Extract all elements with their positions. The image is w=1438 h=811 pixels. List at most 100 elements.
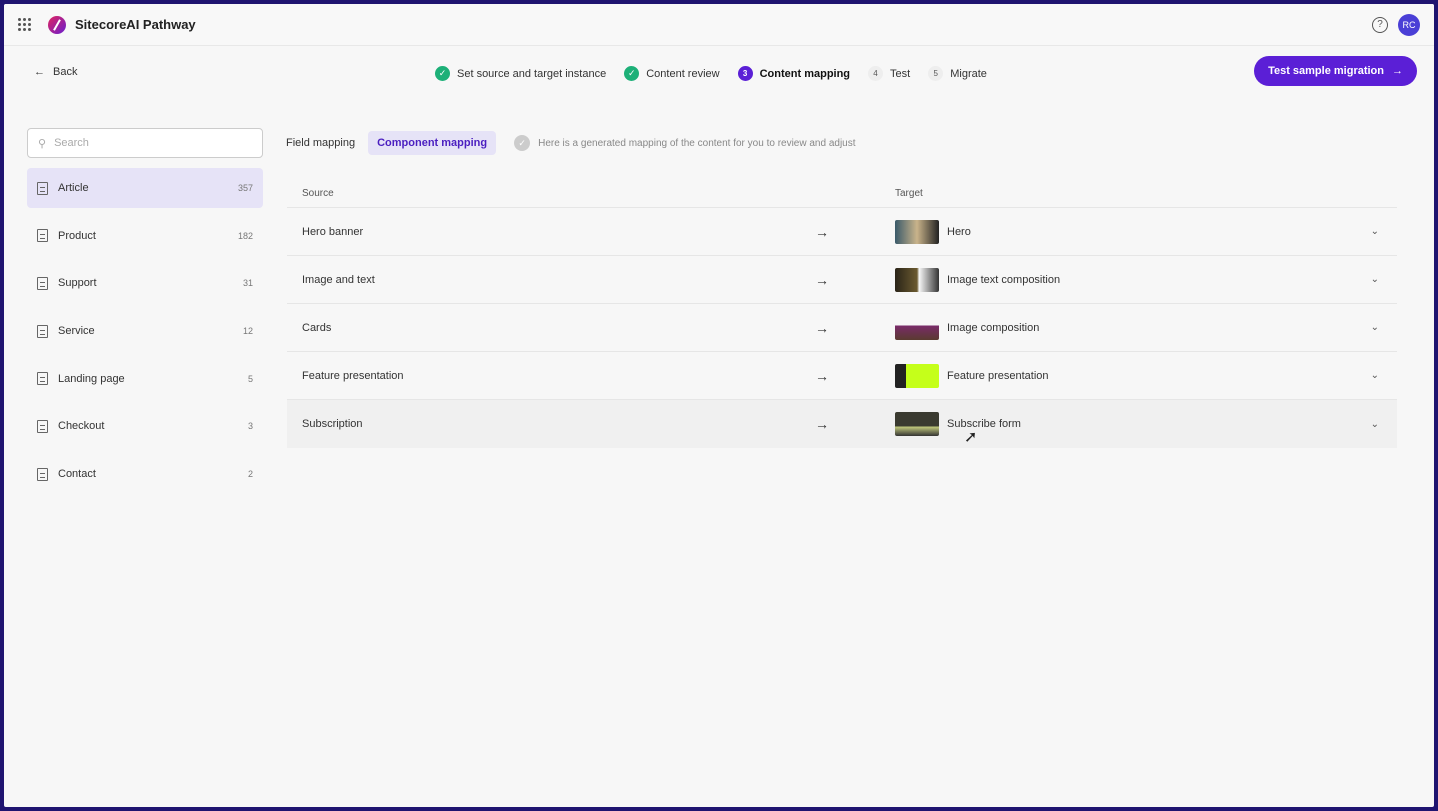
arrow-right-icon: → xyxy=(815,271,829,288)
document-icon xyxy=(37,419,48,433)
target-select[interactable]: Image composition xyxy=(895,315,1397,340)
search-input[interactable]: ⚲ Search xyxy=(27,128,263,158)
sidebar-item-contact[interactable]: Contact 2 xyxy=(27,454,263,494)
sidebar-item-service[interactable]: Service 12 xyxy=(27,311,263,351)
item-label: Service xyxy=(58,325,95,338)
tab-component-mapping[interactable]: Component mapping xyxy=(368,131,497,155)
item-label: Checkout xyxy=(58,420,105,433)
sidebar-item-article[interactable]: Article 357 xyxy=(27,168,263,208)
document-icon xyxy=(37,181,48,195)
component-thumbnail xyxy=(895,363,939,388)
step-1[interactable]: ✓ Set source and target instance xyxy=(435,66,606,81)
item-label: Landing page xyxy=(58,372,125,385)
arrow-right-icon: → xyxy=(1392,65,1403,77)
step-2[interactable]: ✓ Content review xyxy=(624,66,720,81)
source-header: Source xyxy=(302,188,334,199)
search-placeholder: Search xyxy=(54,137,89,149)
source-cell: Cards xyxy=(302,321,332,334)
sidebar-item-support[interactable]: Support 31 xyxy=(27,263,263,303)
table-row: Cards → Image composition ⌄ xyxy=(287,304,1397,352)
step-3[interactable]: 3 Content mapping xyxy=(737,66,851,81)
source-cell: Image and text xyxy=(302,273,375,286)
step-5[interactable]: 5 Migrate xyxy=(928,66,987,81)
item-count: 2 xyxy=(247,469,253,480)
tab-field-mapping[interactable]: Field mapping xyxy=(277,131,364,155)
sidebar-item-product[interactable]: Product 182 xyxy=(27,216,263,256)
wizard-nav: ← Back ✓ Set source and target instance ✓ Co… xyxy=(4,46,1434,102)
mapping-tabs: Field mapping Component mapping ✓ Here is… xyxy=(277,131,856,155)
document-icon xyxy=(37,372,48,386)
component-thumbnail xyxy=(895,219,939,244)
target-header: Target xyxy=(895,188,923,199)
table-row: Image and text → Image text composition ⌄ xyxy=(287,256,1397,304)
step-label: Test xyxy=(890,67,911,80)
check-icon: ✓ xyxy=(514,135,531,151)
sidebar-item-landing-page[interactable]: Landing page 5 xyxy=(27,359,263,399)
back-label: Back xyxy=(53,66,78,78)
arrow-right-icon: → xyxy=(815,416,829,432)
step-4[interactable]: 4 Test xyxy=(868,66,910,81)
arrow-left-icon: ← xyxy=(34,66,45,78)
target-label: Subscribe form xyxy=(947,418,1021,430)
step-number: 4 xyxy=(868,66,884,81)
avatar[interactable]: RC xyxy=(1398,13,1420,36)
target-label: Image text composition xyxy=(947,273,1061,286)
target-label: Feature presentation xyxy=(947,369,1049,382)
source-cell: Hero banner xyxy=(302,225,364,238)
component-thumbnail xyxy=(895,267,939,292)
item-count: 31 xyxy=(242,278,253,289)
document-icon xyxy=(37,276,48,290)
logo-icon xyxy=(48,15,66,34)
item-count: 357 xyxy=(237,183,253,193)
back-button[interactable]: ← Back xyxy=(34,66,77,78)
mouse-cursor-icon: ➚ xyxy=(964,429,978,446)
cta-label: Test sample migration xyxy=(1268,65,1384,77)
item-count: 3 xyxy=(247,421,253,432)
sidebar-item-checkout[interactable]: Checkout 3 xyxy=(27,406,263,446)
document-icon xyxy=(37,467,48,481)
item-count: 12 xyxy=(242,326,253,337)
chevron-down-icon[interactable]: ⌄ xyxy=(1371,322,1379,333)
stepper: ✓ Set source and target instance ✓ Content … xyxy=(435,66,987,81)
hint: ✓ Here is a generated mapping of the cont… xyxy=(514,135,856,151)
chevron-down-icon[interactable]: ⌄ xyxy=(1371,274,1379,285)
source-cell: Feature presentation xyxy=(302,369,404,382)
app-title: SitecoreAI Pathway xyxy=(75,17,196,32)
mapping-table: Source Target Hero banner → Hero ⌄ Image and … xyxy=(287,180,1397,448)
source-cell: Subscription xyxy=(302,418,363,430)
component-thumbnail xyxy=(895,412,939,436)
document-icon xyxy=(37,324,48,338)
help-icon[interactable]: ? xyxy=(1372,16,1388,33)
hint-text: Here is a generated mapping of the conte… xyxy=(538,137,856,149)
target-select[interactable]: Feature presentation xyxy=(895,363,1397,388)
table-row: Subscription → Subscribe form ⌄ xyxy=(287,400,1397,448)
target-label: Image composition xyxy=(947,321,1040,334)
chevron-down-icon[interactable]: ⌄ xyxy=(1371,370,1379,381)
search-icon: ⚲ xyxy=(38,137,47,150)
app-switcher-icon[interactable] xyxy=(18,17,32,32)
item-label: Support xyxy=(58,277,97,290)
step-number: 3 xyxy=(737,66,753,81)
step-label: Migrate xyxy=(950,67,987,80)
check-circle-icon: ✓ xyxy=(435,66,450,81)
component-thumbnail xyxy=(895,315,939,340)
document-icon xyxy=(37,229,48,243)
target-select[interactable]: Hero xyxy=(895,219,1397,244)
item-label: Product xyxy=(58,229,96,242)
item-count: 182 xyxy=(237,230,253,241)
step-label: Set source and target instance xyxy=(457,67,607,80)
step-number: 5 xyxy=(928,66,944,81)
item-label: Article xyxy=(58,182,89,194)
arrow-right-icon: → xyxy=(815,223,829,240)
chevron-down-icon[interactable]: ⌄ xyxy=(1371,226,1379,237)
target-select[interactable]: Image text composition xyxy=(895,267,1397,292)
step-label: Content mapping xyxy=(759,67,851,80)
table-row: Hero banner → Hero ⌄ xyxy=(287,208,1397,256)
chevron-down-icon[interactable]: ⌄ xyxy=(1371,419,1379,430)
item-count: 5 xyxy=(247,373,253,384)
arrow-right-icon: → xyxy=(815,319,829,336)
step-label: Content review xyxy=(646,67,720,80)
test-sample-migration-button[interactable]: Test sample migration → xyxy=(1254,56,1417,86)
top-bar: SitecoreAI Pathway ? RC xyxy=(4,4,1434,46)
content-type-sidebar: ⚲ Search Article 357 Product 182 Support 31 Ser… xyxy=(27,128,263,502)
